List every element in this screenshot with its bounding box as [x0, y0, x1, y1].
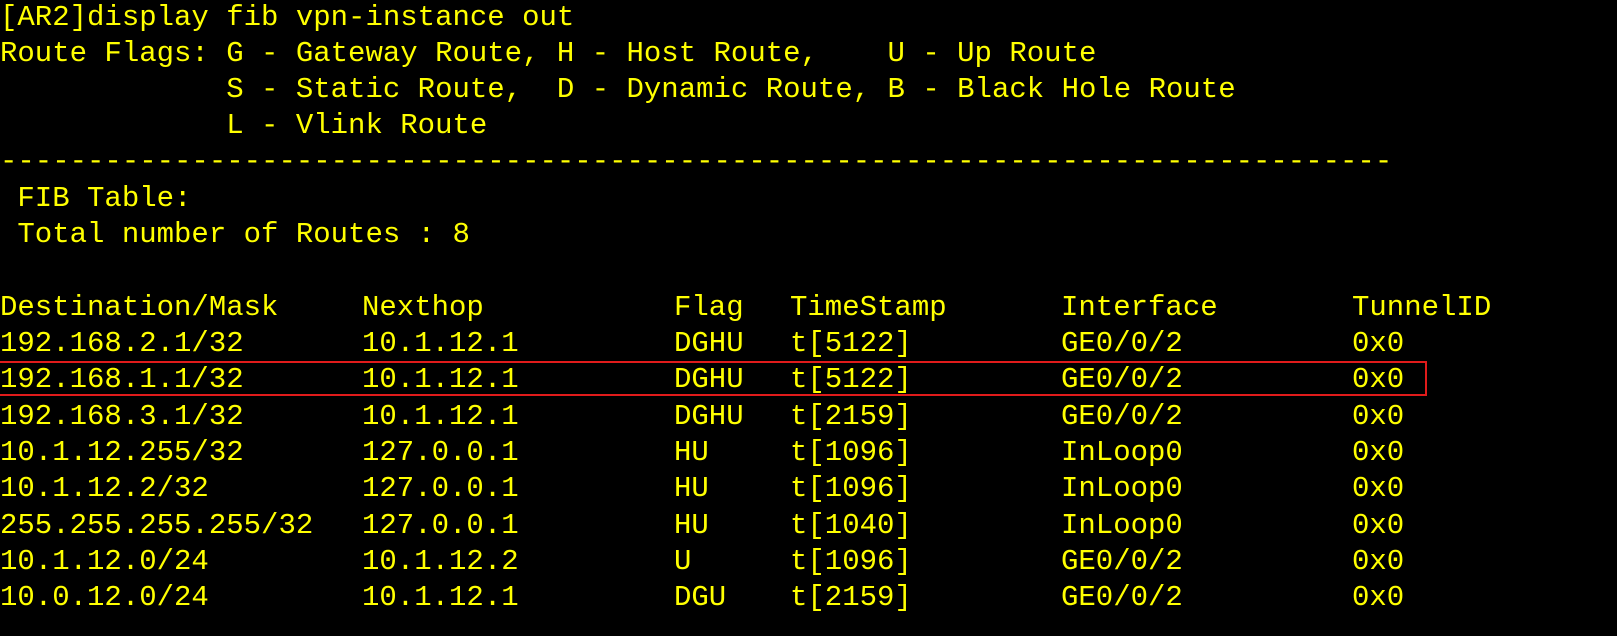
- cell-flag: DGU: [674, 581, 727, 615]
- cell-destination: 10.1.12.255/32: [0, 435, 244, 469]
- cell-flag: HU: [674, 472, 709, 506]
- cell-interface: InLoop0: [1061, 472, 1183, 506]
- cell-interface: GE0/0/2: [1061, 581, 1183, 615]
- cell-timestamp: t[2159]: [790, 399, 912, 433]
- cell-nexthop: 10.1.12.2: [362, 544, 519, 578]
- cell-timestamp: t[1096]: [790, 472, 912, 506]
- cell-destination: 192.168.3.1/32: [0, 399, 244, 433]
- cell-tunnelid: 0x0: [1352, 435, 1405, 469]
- cell-nexthop: 127.0.0.1: [362, 435, 519, 469]
- cell-destination: 255.255.255.255/32: [0, 508, 314, 542]
- route-flags-line-1: Route Flags: G - Gateway Route, H - Host…: [0, 37, 1097, 70]
- route-flags-line-2: S - Static Route, D - Dynamic Route, B -…: [0, 73, 1236, 106]
- separator-line: ----------------------------------------…: [0, 145, 1393, 178]
- cell-tunnelid: 0x0: [1352, 399, 1405, 433]
- fib-table-label: FIB Table:: [0, 182, 192, 215]
- command-line: [AR2]display fib vpn-instance out: [0, 1, 575, 34]
- cell-timestamp: t[1096]: [790, 435, 912, 469]
- cell-timestamp: t[5122]: [790, 327, 912, 360]
- highlight-box: [0, 361, 1427, 396]
- cell-timestamp: t[2159]: [790, 581, 912, 615]
- cell-destination: 10.0.12.0/24: [0, 581, 209, 615]
- column-header-nexthop: Nexthop: [362, 291, 484, 324]
- cell-timestamp: t[1040]: [790, 508, 912, 542]
- cell-destination: 10.1.12.0/24: [0, 544, 209, 578]
- column-header-flag: Flag: [674, 291, 744, 324]
- route-flags-line-3: L - Vlink Route: [0, 109, 488, 142]
- terminal-window[interactable]: [AR2]display fib vpn-instance out Route …: [0, 0, 1617, 636]
- cell-destination: 192.168.2.1/32: [0, 327, 244, 360]
- cell-nexthop: 127.0.0.1: [362, 472, 519, 506]
- cell-tunnelid: 0x0: [1352, 472, 1405, 506]
- total-routes-count: Total number of Routes : 8: [0, 218, 470, 251]
- column-header-destination: Destination/Mask: [0, 291, 279, 324]
- cell-nexthop: 10.1.12.1: [362, 399, 519, 433]
- cell-interface: GE0/0/2: [1061, 399, 1183, 433]
- cell-flag: U: [674, 544, 692, 578]
- cell-flag: DGHU: [674, 399, 744, 433]
- cell-tunnelid: 0x0: [1352, 581, 1405, 615]
- cell-tunnelid: 0x0: [1352, 544, 1405, 578]
- cell-flag: DGHU: [674, 327, 744, 360]
- column-header-tunnelid: TunnelID: [1352, 291, 1492, 324]
- cell-interface: InLoop0: [1061, 435, 1183, 469]
- cell-interface: InLoop0: [1061, 508, 1183, 542]
- cell-tunnelid: 0x0: [1352, 327, 1405, 360]
- column-header-interface: Interface: [1061, 291, 1218, 324]
- cell-interface: GE0/0/2: [1061, 327, 1183, 360]
- cell-tunnelid: 0x0: [1352, 508, 1405, 542]
- cell-nexthop: 127.0.0.1: [362, 508, 519, 542]
- cell-destination: 10.1.12.2/32: [0, 472, 209, 506]
- cell-timestamp: t[1096]: [790, 544, 912, 578]
- cell-nexthop: 10.1.12.1: [362, 581, 519, 615]
- cell-flag: HU: [674, 435, 709, 469]
- cell-flag: HU: [674, 508, 709, 542]
- column-header-timestamp: TimeStamp: [790, 291, 947, 324]
- cell-interface: GE0/0/2: [1061, 544, 1183, 578]
- cell-nexthop: 10.1.12.1: [362, 327, 519, 360]
